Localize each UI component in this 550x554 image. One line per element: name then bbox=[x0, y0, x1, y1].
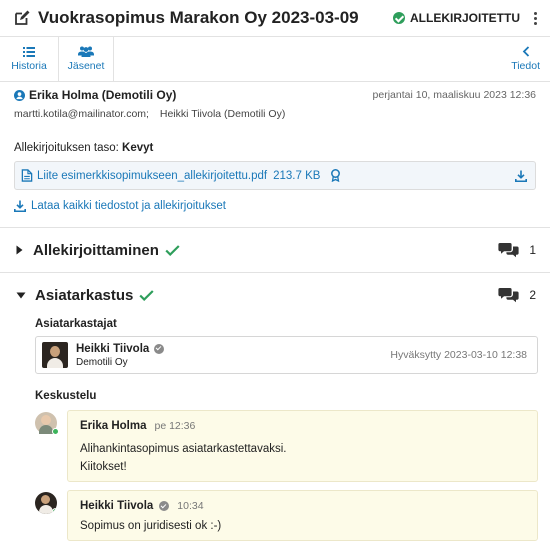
comment-time: 10:34 bbox=[177, 500, 204, 512]
message-block: Erika Holma (Demotili Oy) perjantai 10, … bbox=[0, 82, 550, 212]
verified-icon bbox=[159, 501, 170, 511]
comment-count-value: 2 bbox=[529, 288, 536, 302]
list-icon bbox=[23, 46, 35, 57]
comment-bubble: Erika Holma pe 12:36 Alihankintasopimus … bbox=[67, 410, 538, 482]
signed-status-badge: ALLEKIRJOITETTU bbox=[393, 11, 520, 25]
section-review[interactable]: Asiatarkastus 2 bbox=[0, 272, 550, 317]
message-recipients: martti.kotila@mailinator.com; Heikki Tii… bbox=[14, 108, 536, 120]
section-title: Asiatarkastus bbox=[35, 286, 134, 304]
discussion-label: Keskustelu bbox=[35, 390, 97, 402]
history-label: Historia bbox=[11, 59, 47, 72]
comment-count-value: 1 bbox=[529, 243, 536, 257]
more-options-icon[interactable] bbox=[534, 11, 538, 25]
toolbar: Historia Jäsenet Tiedot bbox=[0, 37, 550, 82]
online-indicator bbox=[52, 508, 57, 514]
status-label: ALLEKIRJOITETTU bbox=[410, 11, 520, 25]
download-all-link[interactable]: Lataa kaikki tiedostot ja allekirjoituks… bbox=[14, 200, 536, 212]
message-sender: Erika Holma (Demotili Oy) bbox=[29, 88, 177, 102]
comment-count[interactable]: 1 bbox=[498, 242, 536, 258]
comment-author: Heikki Tiivola bbox=[80, 500, 154, 512]
comment-time: pe 12:36 bbox=[154, 420, 196, 432]
person-icon bbox=[14, 89, 25, 101]
signature-badge-icon[interactable] bbox=[330, 169, 341, 182]
details-button[interactable]: Tiedot bbox=[511, 37, 540, 81]
attachment-name: Liite esimerkkisopimukseen_allekirjoitet… bbox=[37, 169, 268, 182]
signature-level: Allekirjoituksen taso: Kevyt bbox=[14, 142, 536, 154]
comment-text: Kiitokset! bbox=[80, 460, 127, 473]
recipient: Heikki Tiivola (Demotili Oy) bbox=[159, 108, 286, 120]
comment-text: Alihankintasopimus asiatarkastettavaksi. bbox=[80, 443, 287, 455]
avatar bbox=[35, 492, 57, 514]
document-title: Vuokrasopimus Marakon Oy 2023-03-09 bbox=[38, 8, 359, 27]
comment-bubble: Heikki Tiivola 10:34 Sopimus on juridise… bbox=[67, 490, 538, 541]
download-icon[interactable] bbox=[515, 170, 527, 182]
caret-down-icon[interactable] bbox=[16, 292, 26, 299]
signature-level-value: Kevyt bbox=[122, 142, 154, 154]
comment-text: Sopimus on juridisesti ok :-) bbox=[80, 520, 222, 532]
message-date: perjantai 10, maaliskuu 2023 12:36 bbox=[372, 89, 536, 101]
download-icon bbox=[14, 200, 26, 212]
comment-author: Erika Holma bbox=[80, 420, 147, 432]
download-all-label: Lataa kaikki tiedostot ja allekirjoituks… bbox=[31, 200, 226, 212]
recipient: martti.kotila@mailinator.com; bbox=[14, 108, 149, 120]
verified-icon bbox=[154, 343, 165, 354]
check-icon bbox=[139, 289, 154, 301]
comments-icon bbox=[498, 243, 519, 258]
check-circle-icon bbox=[393, 12, 405, 24]
users-icon bbox=[78, 46, 94, 57]
avatar bbox=[42, 342, 68, 368]
chevron-left-icon bbox=[522, 46, 529, 57]
reviewer-card: Heikki Tiivola Demotili Oy Hyväksytty 20… bbox=[35, 336, 538, 374]
comments-icon bbox=[498, 288, 519, 303]
attachment-row[interactable]: Liite esimerkkisopimukseen_allekirjoitet… bbox=[14, 161, 536, 190]
reviewer-name: Heikki Tiivola bbox=[76, 342, 150, 355]
members-label: Jäsenet bbox=[67, 60, 105, 72]
details-label: Tiedot bbox=[511, 60, 540, 72]
approval-status: Hyväksytty 2023-03-10 12:38 bbox=[390, 349, 527, 361]
check-icon bbox=[165, 244, 180, 256]
document-icon bbox=[21, 169, 33, 182]
avatar bbox=[35, 412, 59, 435]
comment: Erika Holma pe 12:36 Alihankintasopimus … bbox=[35, 410, 538, 482]
reviewers-label: Asiatarkastajat bbox=[35, 318, 117, 330]
section-signing[interactable]: Allekirjoittaminen 1 bbox=[0, 227, 550, 272]
reviewer-org: Demotili Oy bbox=[76, 356, 128, 368]
history-button[interactable]: Historia bbox=[0, 37, 59, 81]
edit-icon[interactable] bbox=[14, 10, 30, 26]
attachment-size: 213.7 KB bbox=[273, 169, 321, 182]
comment: Heikki Tiivola 10:34 Sopimus on juridise… bbox=[35, 490, 538, 541]
caret-right-icon[interactable] bbox=[16, 245, 23, 255]
section-title: Allekirjoittaminen bbox=[33, 241, 159, 259]
online-indicator bbox=[52, 428, 59, 435]
comment-count[interactable]: 2 bbox=[498, 287, 536, 303]
document-header: Vuokrasopimus Marakon Oy 2023-03-09 ALLE… bbox=[0, 0, 550, 37]
signature-level-label: Allekirjoituksen taso: bbox=[14, 142, 119, 154]
members-button[interactable]: Jäsenet bbox=[59, 37, 114, 81]
